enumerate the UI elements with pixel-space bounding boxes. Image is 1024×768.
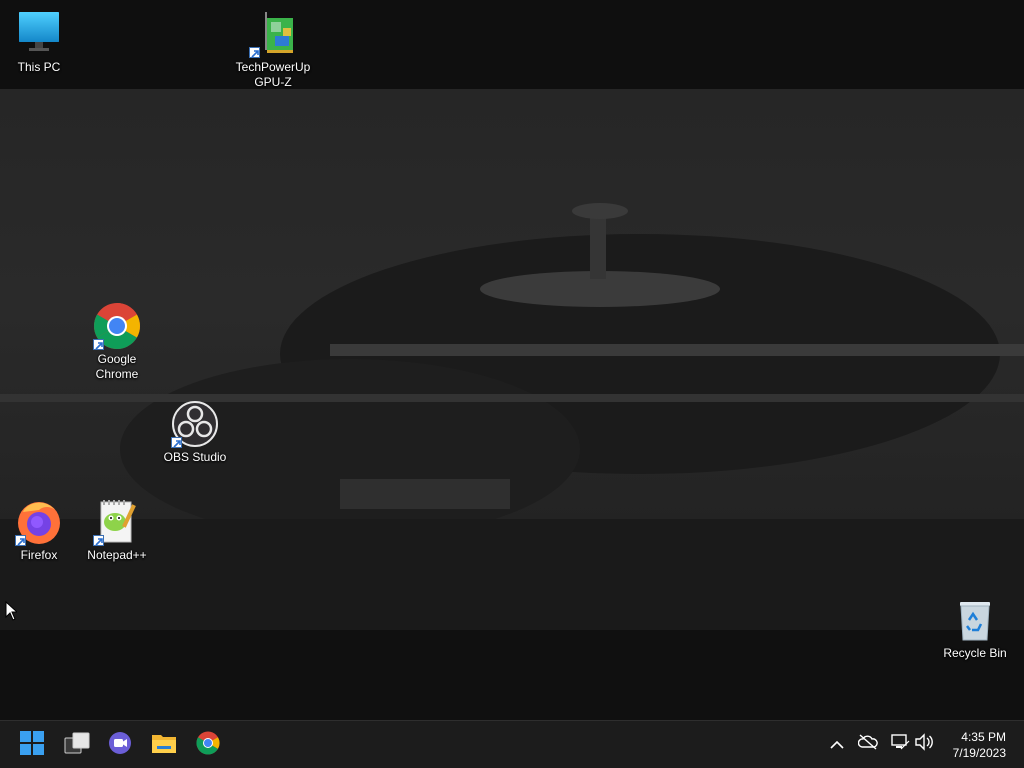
mouse-cursor-icon [5, 600, 19, 625]
wallpaper-top-band [0, 0, 1024, 89]
chrome-taskbar-button[interactable] [190, 727, 226, 763]
desktop[interactable]: This PC TechPowerUp GPU-Z Google Chrome … [0, 0, 1024, 720]
desktop-icon-label: This PC [17, 60, 61, 74]
file-explorer-icon [151, 732, 177, 758]
desktop-icon-google-chrome[interactable]: Google Chrome [78, 302, 156, 382]
desktop-icon-label: OBS Studio [163, 450, 227, 464]
desktop-icon-label: Recycle Bin [943, 646, 1007, 660]
desktop-icon-label: TechPowerUp GPU-Z [235, 60, 311, 89]
desktop-icon-firefox[interactable]: Firefox [0, 498, 78, 563]
network-icon [890, 733, 910, 755]
chevron-up-icon [830, 735, 844, 754]
shortcut-arrow-icon [171, 437, 182, 448]
chat-button[interactable] [102, 727, 138, 763]
desktop-icon-label: Firefox [20, 548, 58, 562]
clock-time: 4:35 PM [961, 730, 1006, 744]
file-explorer-button[interactable] [146, 727, 182, 763]
taskbar: 4:35 PM 7/19/2023 [0, 720, 1024, 768]
recycle-bin-icon [951, 596, 999, 644]
this-pc-icon [15, 10, 63, 58]
chrome-icon [93, 302, 141, 350]
onedrive-icon [857, 734, 878, 754]
task-view-button[interactable] [59, 727, 95, 763]
desktop-icon-recycle-bin[interactable]: Recycle Bin [936, 596, 1014, 661]
desktop-icon-label: Google Chrome [95, 352, 139, 381]
shortcut-arrow-icon [93, 339, 104, 350]
obs-studio-icon [171, 400, 219, 448]
shortcut-arrow-icon [249, 47, 260, 58]
chrome-icon [196, 731, 220, 759]
start-button[interactable] [14, 727, 50, 763]
wallpaper-bottom-band [0, 630, 1024, 720]
desktop-icon-notepad-plus-plus[interactable]: Notepad++ [78, 498, 156, 563]
onedrive-button[interactable] [857, 734, 878, 754]
task-view-icon [64, 732, 90, 758]
desktop-icon-label: Notepad++ [87, 548, 147, 562]
desktop-icon-this-pc[interactable]: This PC [0, 10, 78, 75]
shortcut-arrow-icon [93, 535, 104, 546]
clock[interactable]: 4:35 PM 7/19/2023 [953, 729, 1006, 761]
volume-icon [914, 733, 934, 755]
network-button[interactable] [890, 734, 910, 754]
desktop-icon-gpu-z[interactable]: TechPowerUp GPU-Z [234, 10, 312, 90]
shortcut-arrow-icon [15, 535, 26, 546]
desktop-icon-obs-studio[interactable]: OBS Studio [156, 400, 234, 465]
notepad-plus-plus-icon [93, 498, 141, 546]
gpu-z-icon [249, 10, 297, 58]
clock-date: 7/19/2023 [952, 746, 1006, 760]
chat-icon [108, 731, 132, 759]
volume-button[interactable] [914, 733, 934, 755]
firefox-icon [15, 498, 63, 546]
show-hidden-icons-button[interactable] [827, 734, 847, 754]
start-icon [20, 731, 44, 759]
